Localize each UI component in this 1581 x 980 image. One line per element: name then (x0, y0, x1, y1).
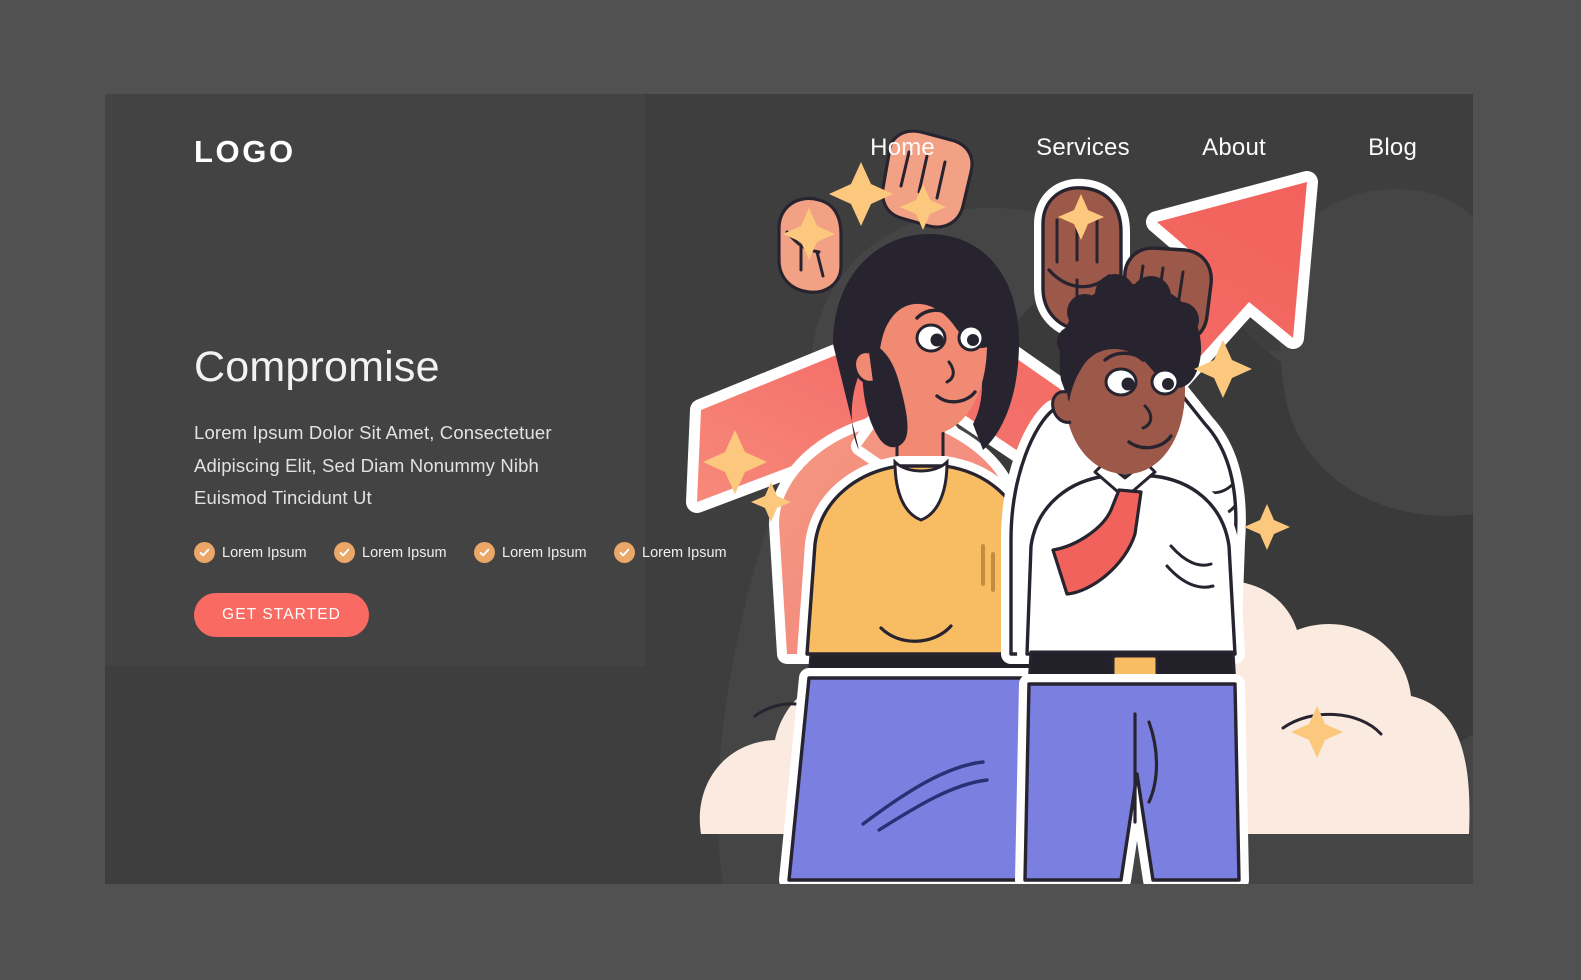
site-header: LOGO Home Services About Blog (105, 94, 1473, 219)
check-circle-icon (474, 542, 495, 564)
feature-item: Lorem Ipsum (194, 542, 334, 564)
feature-list: Lorem Ipsum Lorem Ipsum Lorem Ipsum Lore… (194, 542, 754, 564)
figure-man (1001, 178, 1249, 884)
hero-card: LOGO Home Services About Blog Compromise… (105, 94, 1473, 884)
page-title: Compromise (194, 343, 440, 391)
feature-item: Lorem Ipsum (614, 542, 754, 564)
feature-item: Lorem Ipsum (474, 542, 614, 564)
hero-subtitle: Lorem Ipsum Dolor Sit Amet, Consectetuer… (194, 422, 552, 509)
main-nav: Home Services About Blog (870, 134, 1417, 162)
check-circle-icon (334, 542, 355, 564)
logo[interactable]: LOGO (194, 134, 296, 170)
nav-link-blog[interactable]: Blog (1368, 134, 1417, 161)
nav-item-blog[interactable]: Blog (1368, 134, 1417, 162)
check-circle-icon (194, 542, 215, 564)
feature-item: Lorem Ipsum (334, 542, 474, 564)
nav-link-about[interactable]: About (1202, 134, 1266, 161)
feature-label: Lorem Ipsum (222, 544, 307, 561)
feature-label: Lorem Ipsum (362, 544, 447, 561)
hero-copy: Compromise Lorem Ipsum Dolor Sit Amet, C… (194, 343, 727, 638)
feature-label: Lorem Ipsum (642, 544, 727, 561)
get-started-button[interactable]: GET STARTED (194, 593, 369, 638)
nav-item-about[interactable]: About (1202, 134, 1368, 162)
nav-link-services[interactable]: Services (1036, 134, 1130, 161)
nav-item-services[interactable]: Services (1036, 134, 1202, 162)
feature-label: Lorem Ipsum (502, 544, 587, 561)
nav-item-home[interactable]: Home (870, 134, 1036, 162)
page-stage: LOGO Home Services About Blog Compromise… (0, 0, 1581, 980)
nav-link-home[interactable]: Home (870, 134, 935, 161)
check-circle-icon (614, 542, 635, 564)
